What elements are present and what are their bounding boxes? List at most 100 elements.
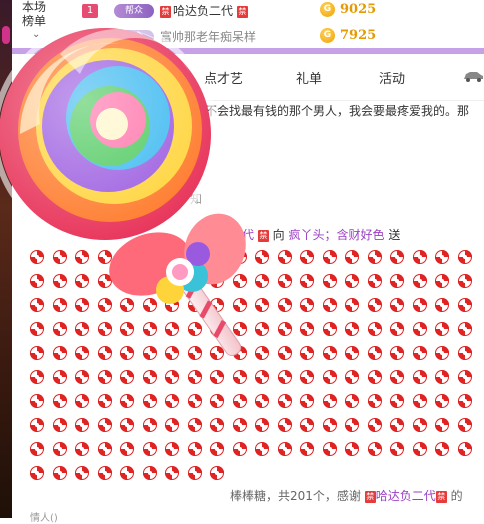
candy-icon xyxy=(300,274,314,288)
candy-icon xyxy=(255,394,269,408)
rank-amount: 7925 xyxy=(340,28,377,43)
candy-icon xyxy=(30,418,44,432)
car-icon[interactable] xyxy=(462,70,484,82)
candy-icon xyxy=(345,394,359,408)
candy-icon xyxy=(97,466,112,480)
thanks-tail: 的 xyxy=(450,489,463,503)
thanks-user[interactable]: 哈达负二代 xyxy=(376,489,436,503)
candy-icon xyxy=(390,346,404,360)
candy-icon xyxy=(435,322,449,336)
candy-icon xyxy=(75,394,89,408)
candy-icon xyxy=(322,250,337,264)
candy-icon xyxy=(457,418,472,432)
candy-icon xyxy=(232,418,247,432)
ban-icon: 禁 xyxy=(435,490,447,503)
candy-icon xyxy=(435,370,449,384)
candy-icon xyxy=(277,322,292,336)
candy-icon xyxy=(300,322,314,336)
receiver-name[interactable]: 疯丫头；含财好色 xyxy=(289,228,385,242)
candy-icon xyxy=(255,418,269,432)
rank-label-line1: 本场 xyxy=(22,0,47,14)
candy-icon xyxy=(210,442,224,456)
candy-icon xyxy=(345,274,359,288)
candy-icon xyxy=(412,298,427,312)
candy-icon xyxy=(165,442,179,456)
candy-icon xyxy=(390,442,404,456)
candy-icon xyxy=(30,442,44,456)
candy-icon xyxy=(390,250,404,264)
candy-icon xyxy=(30,466,44,480)
candy-icon xyxy=(30,394,44,408)
candy-icon xyxy=(75,442,89,456)
candy-icon xyxy=(412,394,427,408)
candy-icon xyxy=(412,346,427,360)
candy-icon xyxy=(300,394,314,408)
candy-icon xyxy=(457,274,472,288)
candy-icon xyxy=(435,250,449,264)
candy-icon xyxy=(367,394,382,408)
ban-icon: 禁 xyxy=(364,490,376,503)
candy-icon xyxy=(412,370,427,384)
lollipop-gift-icon xyxy=(0,21,246,356)
candy-icon xyxy=(390,394,404,408)
candy-icon xyxy=(322,394,337,408)
candy-icon xyxy=(457,322,472,336)
candy-icon xyxy=(142,466,157,480)
candy-icon xyxy=(277,250,292,264)
candy-icon xyxy=(345,322,359,336)
candy-icon xyxy=(457,298,472,312)
coin-icon: G xyxy=(320,28,335,43)
rank-amount: 9025 xyxy=(340,2,377,17)
candy-icon xyxy=(390,274,404,288)
candy-icon xyxy=(210,418,224,432)
candy-icon xyxy=(277,298,292,312)
candy-icon xyxy=(120,394,134,408)
candy-icon xyxy=(345,250,359,264)
candy-icon xyxy=(457,346,472,360)
candy-icon xyxy=(120,442,134,456)
candy-icon xyxy=(345,442,359,456)
candy-icon xyxy=(277,394,292,408)
candy-icon xyxy=(390,298,404,312)
candy-icon xyxy=(300,370,314,384)
cutoff-text: 情人() xyxy=(30,513,58,524)
candy-icon xyxy=(300,250,314,264)
candy-icon xyxy=(142,442,157,456)
candy-icon xyxy=(322,346,337,360)
candy-icon xyxy=(255,442,269,456)
candy-icon xyxy=(300,346,314,360)
candy-icon xyxy=(187,466,202,480)
candy-icon xyxy=(457,442,472,456)
thanks-message: 棒棒糖，共201个，感谢 禁哈达负二代禁 的 xyxy=(230,487,463,504)
thanks-text: 棒棒糖，共201个，感谢 xyxy=(230,489,361,503)
candy-icon xyxy=(435,394,449,408)
candy-icon xyxy=(52,418,67,432)
tab-gift-list[interactable]: 礼单 xyxy=(296,68,322,87)
candy-icon xyxy=(412,250,427,264)
candy-icon xyxy=(412,274,427,288)
candy-icon xyxy=(367,418,382,432)
candy-icon xyxy=(435,346,449,360)
candy-icon xyxy=(367,274,382,288)
candy-icon xyxy=(322,322,337,336)
candy-icon xyxy=(390,370,404,384)
candy-icon xyxy=(52,466,67,480)
candy-icon xyxy=(412,322,427,336)
candy-icon xyxy=(345,418,359,432)
candy-icon xyxy=(277,346,292,360)
gift-to-text: 向 xyxy=(272,228,285,242)
candy-icon xyxy=(367,322,382,336)
candy-icon xyxy=(165,466,179,480)
tab-activities[interactable]: 活动 xyxy=(379,68,405,87)
coin-icon: G xyxy=(320,2,335,17)
gift-verb: 送 xyxy=(388,228,401,242)
candy-icon xyxy=(232,394,247,408)
candy-icon xyxy=(322,418,337,432)
candy-icon xyxy=(75,466,89,480)
candy-icon xyxy=(457,370,472,384)
candy-icon xyxy=(120,418,134,432)
candy-icon xyxy=(322,442,337,456)
candy-icon xyxy=(367,346,382,360)
candy-icon xyxy=(435,442,449,456)
candy-icon xyxy=(322,298,337,312)
